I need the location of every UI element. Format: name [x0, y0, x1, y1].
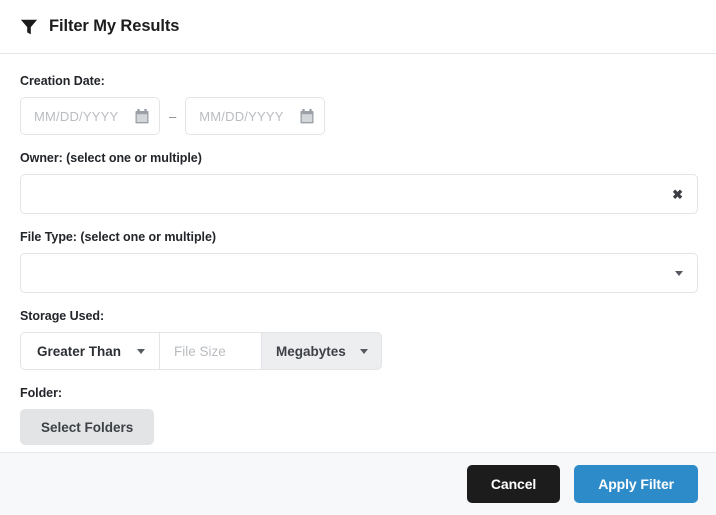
- storage-operator-select[interactable]: Greater Than: [20, 332, 161, 370]
- folder-group: Folder: Select Folders: [20, 386, 696, 445]
- funnel-icon: [20, 19, 38, 34]
- cancel-button[interactable]: Cancel: [466, 465, 561, 503]
- storage-used-label: Storage Used:: [20, 309, 105, 323]
- apply-filter-button[interactable]: Apply Filter: [574, 465, 698, 503]
- file-type-label: File Type: (select one or multiple): [20, 230, 216, 244]
- creation-date-row: MM/DD/YYYY – MM/DD/YYYY: [20, 97, 696, 135]
- creation-date-to-input[interactable]: MM/DD/YYYY: [185, 97, 326, 135]
- page-title: Filter My Results: [49, 17, 180, 35]
- dialog-footer: Cancel Apply Filter: [0, 452, 716, 515]
- storage-used-group: Storage Used: Greater Than File Size Meg…: [20, 309, 696, 370]
- file-size-placeholder: File Size: [174, 343, 226, 359]
- owner-select[interactable]: ✖: [20, 174, 698, 214]
- creation-date-from-placeholder: MM/DD/YYYY: [34, 108, 119, 124]
- creation-date-group: Creation Date: MM/DD/YYYY – MM/DD/YYYY: [20, 74, 696, 135]
- select-folders-button[interactable]: Select Folders: [20, 409, 155, 445]
- creation-date-label: Creation Date:: [20, 74, 105, 88]
- creation-date-from-input[interactable]: MM/DD/YYYY: [20, 97, 160, 135]
- file-size-input[interactable]: File Size: [160, 332, 262, 370]
- filter-form: Creation Date: MM/DD/YYYY – MM/DD/YYYY O…: [0, 54, 716, 452]
- storage-used-row: Greater Than File Size Megabytes: [20, 332, 696, 370]
- chevron-down-icon[interactable]: [359, 348, 368, 354]
- calendar-icon[interactable]: [300, 108, 314, 124]
- creation-date-to-placeholder: MM/DD/YYYY: [199, 108, 284, 124]
- file-type-select[interactable]: [20, 253, 698, 293]
- storage-unit-select[interactable]: Megabytes: [261, 332, 382, 370]
- chevron-down-icon[interactable]: [675, 270, 683, 276]
- date-range-separator: –: [169, 108, 177, 124]
- calendar-icon[interactable]: [135, 108, 149, 124]
- dialog-header: Filter My Results: [0, 0, 716, 54]
- folder-label: Folder:: [20, 386, 63, 400]
- chevron-down-icon[interactable]: [137, 348, 146, 354]
- storage-operator-value: Greater Than: [37, 343, 122, 359]
- close-icon[interactable]: ✖: [672, 188, 683, 201]
- file-type-group: File Type: (select one or multiple): [20, 230, 698, 293]
- storage-unit-value: Megabytes: [276, 343, 346, 359]
- owner-label: Owner: (select one or multiple): [20, 151, 202, 165]
- owner-group: Owner: (select one or multiple) ✖: [20, 151, 698, 214]
